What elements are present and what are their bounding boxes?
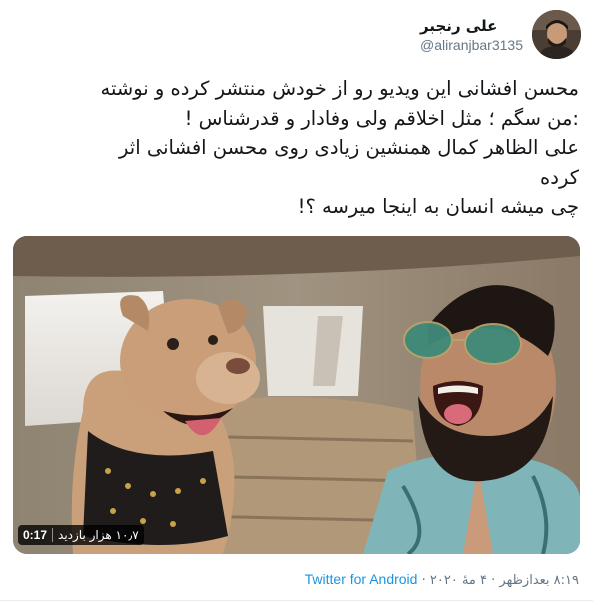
- tweet-text-line: چی میشه انسان به اینجا میرسه ؟!: [297, 195, 579, 218]
- tweet-meta: ۸:۱۹ بعدازظهر · ۴ مهٔ ۲۰۲۰ · Twitter for…: [305, 571, 579, 588]
- tweet-text: محسن افشانی این ویدیو رو از خودش منتشر ک…: [14, 74, 579, 222]
- display-name[interactable]: علی رنجبر: [420, 16, 497, 36]
- tweet-text-line: :من سگم ؛ مثل اخلاقم ولی وفادار و قدرشنا…: [184, 106, 579, 130]
- meta-separator: ·: [421, 573, 426, 588]
- video-duration: 0:17: [23, 528, 48, 542]
- view-count: ۱۰٫۷ هزار بازدید: [58, 528, 139, 542]
- tweet-author[interactable]: علی رنجبر @aliranjbar3135: [420, 10, 581, 59]
- tweet-text-line: کرده: [540, 165, 579, 189]
- video-player[interactable]: [13, 236, 580, 554]
- video-thumbnail: [13, 236, 580, 554]
- author-names: علی رنجبر @aliranjbar3135: [420, 16, 523, 54]
- tweet-time[interactable]: ۸:۱۹ بعدازظهر: [499, 573, 579, 588]
- tweet-text-line: محسن افشانی این ویدیو رو از خودش منتشر ک…: [100, 77, 579, 100]
- tweet-source-link[interactable]: Twitter for Android: [305, 571, 418, 587]
- tweet-card: علی رنجبر @aliranjbar3135 محسن افشانی ای…: [0, 0, 593, 601]
- avatar[interactable]: [532, 10, 581, 59]
- video-info-badge: 0:17 ۱۰٫۷ هزار بازدید: [18, 525, 144, 545]
- tweet-text-line: علی الظاهر کمال همنشین زیادی روی محسن اف…: [119, 136, 579, 159]
- meta-separator: ·: [491, 573, 496, 588]
- user-handle[interactable]: @aliranjbar3135: [420, 36, 523, 54]
- tweet-date[interactable]: ۴ مهٔ ۲۰۲۰: [430, 573, 487, 588]
